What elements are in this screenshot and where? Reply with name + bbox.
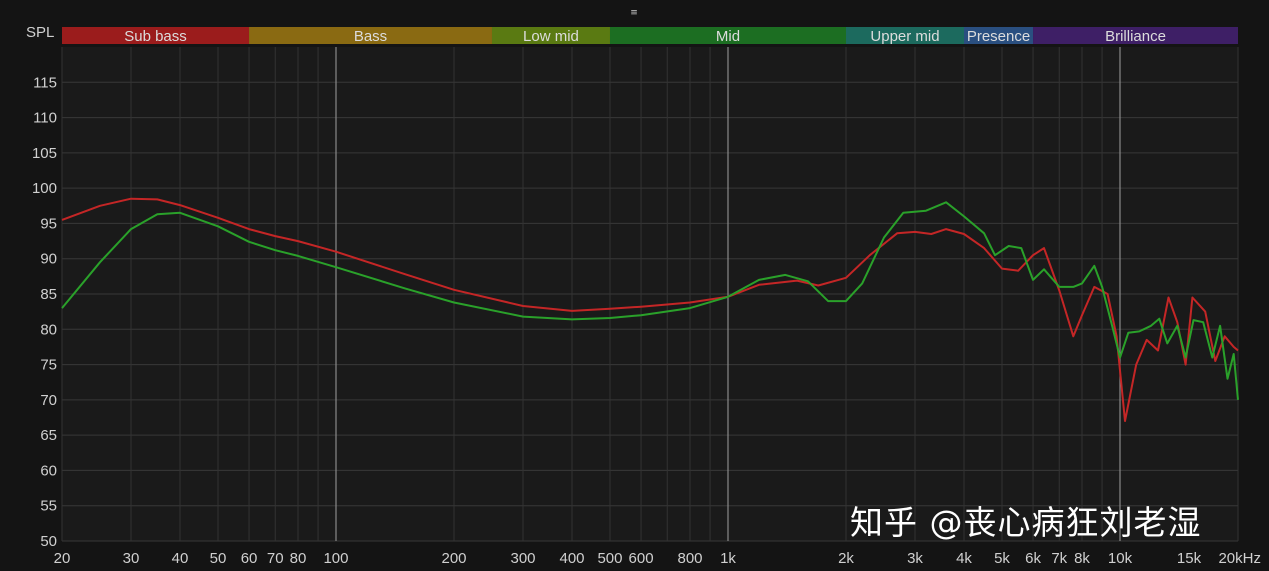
x-tick-4: 60: [241, 550, 258, 567]
x-tick-6: 80: [290, 550, 307, 567]
y-tick-2: 60: [40, 462, 57, 479]
x-tick-13: 800: [677, 550, 702, 567]
x-tick-8: 200: [441, 550, 466, 567]
x-tick-14: 1k: [720, 550, 736, 567]
band-label-5: Presence: [967, 28, 1030, 45]
y-tick-1: 55: [40, 498, 57, 515]
x-tick-19: 6k: [1025, 550, 1041, 567]
x-tick-10: 400: [559, 550, 584, 567]
y-tick-4: 70: [40, 392, 57, 409]
x-tick-2: 40: [172, 550, 189, 567]
x-tick-0: 20: [54, 550, 71, 567]
band-label-1: Bass: [354, 28, 387, 45]
y-tick-9: 95: [40, 215, 57, 232]
y-tick-8: 90: [40, 251, 57, 268]
y-tick-0: 50: [40, 533, 57, 550]
menu-icon[interactable]: ≡: [630, 8, 638, 18]
y-tick-7: 85: [40, 286, 57, 303]
x-tick-12: 600: [629, 550, 654, 567]
x-tick-9: 300: [511, 550, 536, 567]
watermark-text: 知乎 @丧心病狂刘老湿: [850, 503, 1202, 542]
x-tick-3: 50: [210, 550, 227, 567]
y-axis-label: SPL: [26, 24, 54, 41]
x-tick-7: 100: [323, 550, 348, 567]
x-tick-1: 30: [123, 550, 140, 567]
y-tick-13: 115: [33, 74, 57, 91]
y-tick-10: 100: [32, 180, 57, 197]
x-tick-20: 7k: [1051, 550, 1067, 567]
band-label-0: Sub bass: [124, 28, 187, 45]
x-tick-24: 20kHz: [1218, 550, 1261, 567]
frequency-response-chart: ≡ SPL Sub bass Bass Low mid Mid Upper mid Pre…: [0, 0, 1269, 571]
band-label-3: Mid: [716, 28, 740, 45]
y-tick-11: 105: [32, 145, 57, 162]
y-tick-6: 80: [40, 321, 57, 338]
x-tick-11: 500: [597, 550, 622, 567]
x-tick-5: 70: [267, 550, 284, 567]
x-tick-21: 8k: [1074, 550, 1090, 567]
x-tick-16: 3k: [907, 550, 923, 567]
band-label-4: Upper mid: [870, 28, 939, 45]
x-tick-22: 10k: [1108, 550, 1133, 567]
band-label-2: Low mid: [523, 28, 579, 45]
y-tick-5: 75: [40, 357, 57, 374]
x-tick-23: 15k: [1177, 550, 1202, 567]
x-tick-18: 5k: [994, 550, 1010, 567]
frequency-bands: Sub bass Bass Low mid Mid Upper mid Presence B…: [62, 27, 1238, 45]
x-tick-17: 4k: [956, 550, 972, 567]
y-tick-12: 110: [33, 110, 57, 127]
y-tick-3: 65: [40, 427, 57, 444]
band-label-6: Brilliance: [1105, 28, 1166, 45]
x-tick-15: 2k: [838, 550, 854, 567]
